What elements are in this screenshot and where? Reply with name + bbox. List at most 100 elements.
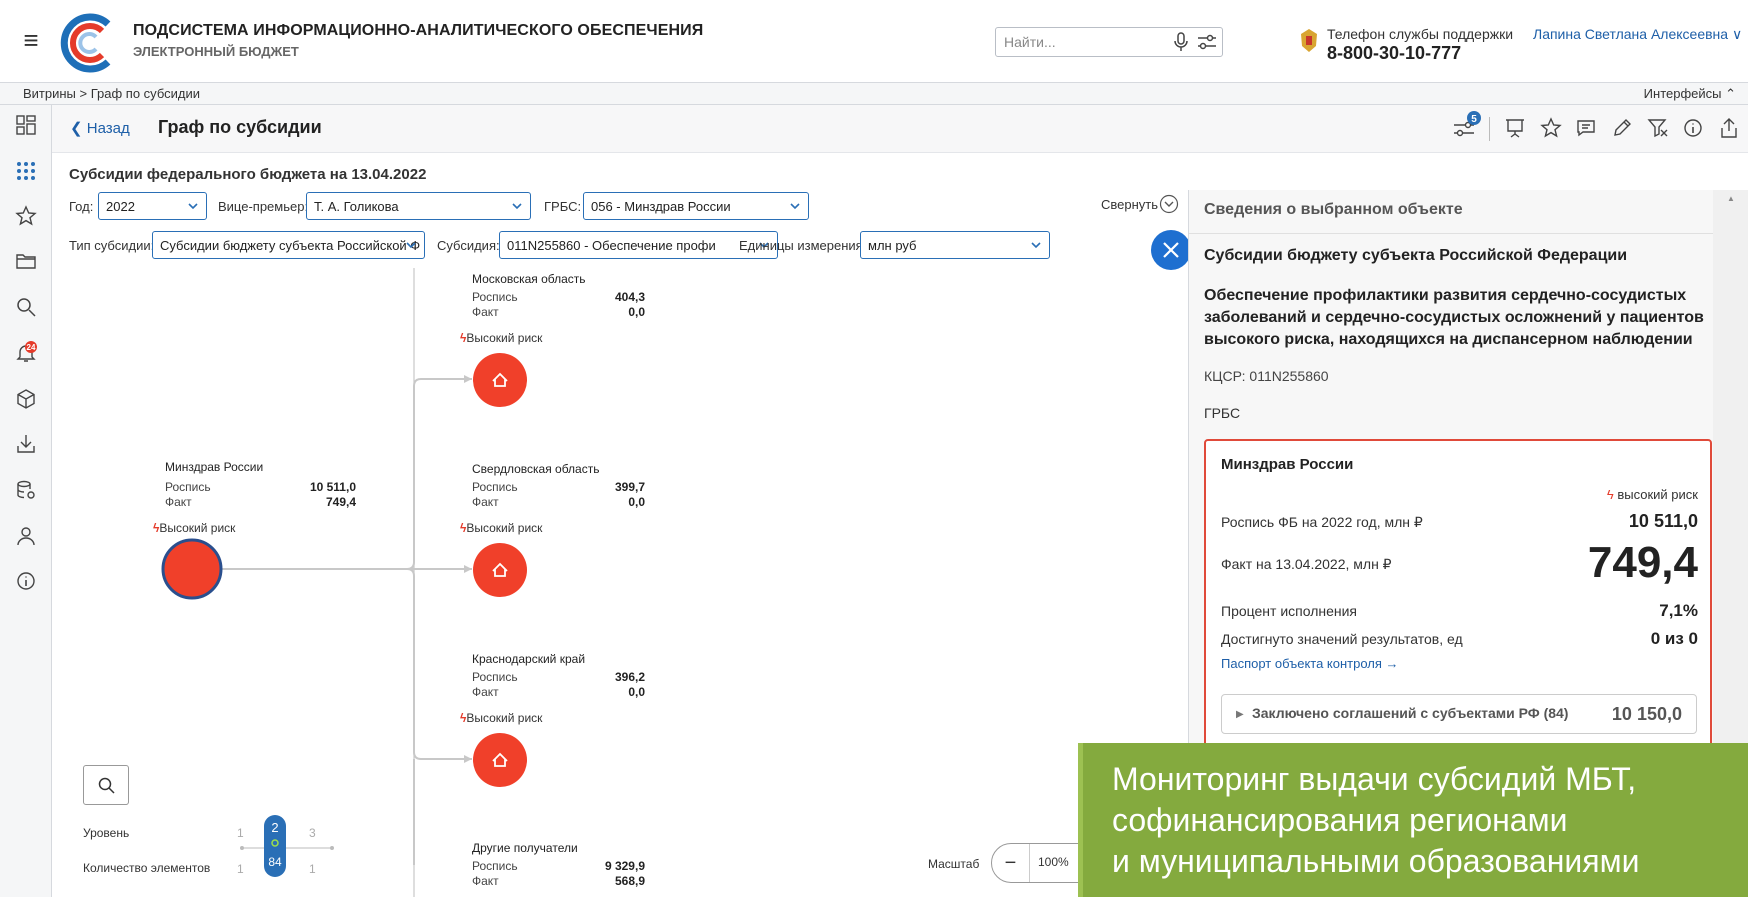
info-circle-icon[interactable]	[1681, 116, 1705, 140]
star-icon[interactable]	[14, 204, 38, 228]
agreements-label: Заключено соглашений с субъектами РФ (84…	[1252, 705, 1569, 721]
graph-search-button[interactable]	[83, 765, 129, 805]
search-settings-icon[interactable]	[1196, 32, 1218, 52]
agreements-accordion[interactable]: ▶ Заключено соглашений с субъектами РФ (…	[1221, 694, 1697, 734]
root-fact-label: Факт	[165, 495, 192, 509]
search-icon[interactable]	[14, 295, 38, 319]
edit-pencil-icon[interactable]	[1610, 116, 1634, 140]
close-panel-button[interactable]	[1151, 230, 1191, 270]
region-node-krasnodar[interactable]	[472, 732, 528, 788]
left-nav: 24	[0, 105, 52, 897]
risk-text: Высокий риск	[466, 711, 543, 725]
execution-percent-value: 7,1%	[1659, 601, 1698, 620]
interfaces-toggle[interactable]: Интерфейсы ⌃	[1644, 86, 1736, 102]
back-link[interactable]: ❮ Назад	[70, 119, 130, 137]
node-fact-value: 0,0	[628, 685, 645, 699]
risk-text: Высокий риск	[159, 521, 236, 535]
results-label: Достигнуто значений результатов, ед	[1221, 631, 1463, 647]
node-plan-value: 9 329,9	[604, 859, 645, 873]
panel-title: Сведения о выбранном объекте	[1204, 201, 1463, 218]
scroll-up-icon[interactable]: ▲	[1727, 194, 1735, 203]
plan-value: 10 511,0	[1628, 511, 1698, 531]
card-risk-text: высокий риск	[1617, 487, 1698, 502]
passport-link[interactable]: Паспорт объекта контроля →	[1221, 656, 1399, 671]
favorite-star-icon[interactable]	[1539, 116, 1563, 140]
search-icon	[98, 777, 115, 794]
root-plan-value: 10 511,0	[309, 480, 356, 494]
close-icon	[1163, 242, 1179, 258]
clear-filter-icon[interactable]	[1646, 116, 1670, 140]
promo-line-3: и муниципальными образованиями	[1112, 843, 1640, 879]
level-slider-track[interactable]	[232, 838, 342, 858]
toolbar-divider	[1489, 117, 1490, 141]
notifications-icon[interactable]: 24	[14, 341, 38, 365]
notifications-badge: 24	[27, 343, 36, 352]
menu-icon[interactable]: ≡	[16, 25, 46, 55]
database-settings-icon[interactable]	[14, 478, 38, 502]
fact-label: Факт на 13.04.2022, млн ₽	[1221, 556, 1392, 572]
comment-icon[interactable]	[1574, 116, 1598, 140]
root-node-name: Минздрав России	[165, 460, 264, 474]
presentation-icon[interactable]	[1503, 116, 1527, 140]
logo-icon[interactable]	[58, 12, 120, 74]
user-icon[interactable]	[14, 524, 38, 548]
kcsr-code: КЦСР: 011N255860	[1204, 368, 1329, 384]
app-subtitle: ЭЛЕКТРОННЫЙ БЮДЖЕТ	[133, 44, 299, 59]
node-fact-label: Факт	[472, 495, 499, 509]
level-max: 3	[309, 826, 316, 840]
root-fact-value: 749,4	[325, 495, 356, 509]
node-name-others: Другие получатели	[472, 841, 578, 855]
info-icon[interactable]	[14, 569, 38, 593]
region-node-moscow[interactable]	[472, 352, 528, 408]
user-menu[interactable]: Лапина Светлана Алексеевна ∨	[1533, 26, 1742, 43]
promo-line-2: софинансирования регионами	[1112, 802, 1568, 838]
root-node[interactable]	[160, 537, 224, 601]
page-header: ❮ Назад Граф по субсидии 5	[52, 105, 1748, 153]
back-label: Назад	[86, 120, 130, 137]
node-plan-label: Роспись	[472, 480, 518, 494]
node-risk-label: ϟВысокий риск	[460, 711, 542, 725]
node-fact-value: 0,0	[628, 305, 645, 319]
expand-triangle-icon: ▶	[1236, 709, 1244, 720]
node-name-moscow: Московская область	[472, 272, 586, 286]
folder-icon[interactable]	[14, 249, 38, 273]
support-phone: 8-800-30-10-777	[1327, 43, 1462, 63]
grbs-heading: ГРБС	[1204, 405, 1241, 421]
apps-grid-icon[interactable]	[14, 159, 38, 183]
fact-value: 749,4	[1587, 538, 1698, 587]
top-bar: ≡ ПОДСИСТЕМА ИНФОРМАЦИОННО-АНАЛИТИЧЕСКОГ…	[0, 0, 1748, 83]
zoom-out-button[interactable]: −	[992, 844, 1030, 882]
root-plan-label: Роспись	[165, 480, 211, 494]
download-icon[interactable]	[14, 432, 38, 456]
chevron-left-icon: ❮	[70, 120, 87, 137]
support-label: Телефон службы поддержки	[1327, 26, 1514, 42]
level-min: 1	[237, 826, 244, 840]
scale-label: Масштаб	[928, 857, 980, 871]
filters-badge: 5	[1471, 114, 1477, 125]
node-fact-value: 568,9	[614, 874, 645, 888]
results-value: 0 из 0	[1650, 629, 1698, 648]
breadcrumb[interactable]: Витрины > Граф по субсидии	[23, 86, 200, 101]
slider-knob-icon	[271, 839, 279, 847]
dashboard-icon[interactable]	[14, 113, 38, 137]
search-input[interactable]: Найти...	[995, 27, 1223, 57]
promo-banner: Мониторинг выдачи субсидий МБТ, софинанс…	[1078, 743, 1748, 897]
node-plan-label: Роспись	[472, 290, 518, 304]
risk-text: Высокий риск	[466, 331, 543, 345]
node-fact-value: 0,0	[628, 495, 645, 509]
node-plan-value: 399,7	[614, 480, 645, 494]
promo-stripe	[1078, 743, 1083, 897]
node-plan-label: Роспись	[472, 670, 518, 684]
agreements-value: 10 150,0	[1611, 704, 1682, 724]
node-plan-value: 404,3	[614, 290, 645, 304]
microphone-icon[interactable]	[1172, 32, 1190, 52]
level-value: 2	[271, 820, 279, 835]
node-name-sverdlovsk: Свердловская область	[472, 462, 600, 476]
app-title: ПОДСИСТЕМА ИНФОРМАЦИОННО-АНАЛИТИЧЕСКОГО …	[133, 22, 704, 39]
node-fact-label: Факт	[472, 685, 499, 699]
filters-icon[interactable]: 5	[1451, 111, 1481, 141]
share-icon[interactable]	[1717, 116, 1741, 140]
region-node-sverdlovsk[interactable]	[472, 542, 528, 598]
lightning-icon: ϟ	[1606, 487, 1618, 502]
cube-icon[interactable]	[14, 387, 38, 411]
